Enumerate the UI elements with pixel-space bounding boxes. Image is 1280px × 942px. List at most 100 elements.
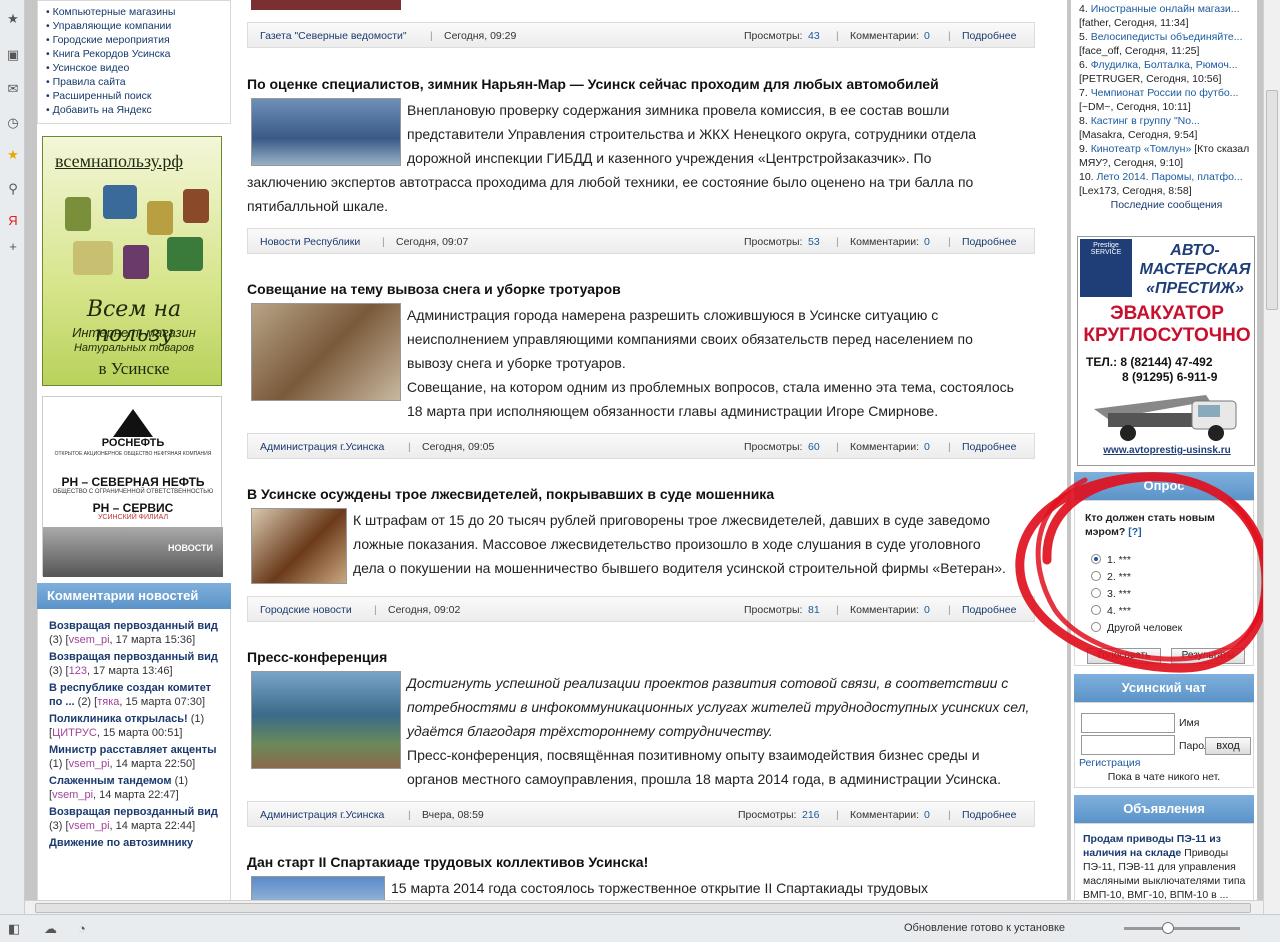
cloud-icon[interactable]: ☁ <box>44 921 57 937</box>
chat-login-button[interactable]: вход <box>1205 737 1251 755</box>
scroll-thumb[interactable] <box>1266 90 1278 310</box>
comment-title[interactable]: Министр расставляет акценты <box>49 744 217 756</box>
star-icon[interactable]: ★ <box>6 12 20 26</box>
article-image[interactable] <box>251 303 401 401</box>
vertical-scrollbar[interactable] <box>1263 0 1280 914</box>
status-message[interactable]: Обновление готово к установке <box>904 922 1065 934</box>
banner-rosneft[interactable]: РОСНЕФТЬ ОТКРЫТОЕ АКЦИОНЕРНОЕ ОБЩЕСТВО Н… <box>42 396 223 577</box>
comment-title[interactable]: Возвращая первозданный вид <box>49 806 218 818</box>
post-title[interactable]: Чемпионат России по футбо... <box>1091 87 1239 99</box>
more-link[interactable]: Подробнее <box>962 30 1016 42</box>
poll-option[interactable]: 3. *** <box>1091 588 1131 600</box>
article-title[interactable]: Совещание на тему вывоза снега и уборке … <box>247 281 621 297</box>
speed-icon[interactable]: ◔ <box>78 921 86 936</box>
last-posts-link[interactable]: Последние сообщения <box>1079 198 1254 212</box>
radio-icon[interactable] <box>1091 605 1101 615</box>
comment-user[interactable]: ЦИТРУС <box>52 727 97 739</box>
comment-title[interactable]: Слаженным тандемом <box>49 775 172 787</box>
clock-icon[interactable]: ◷ <box>6 116 20 130</box>
zoom-knob[interactable] <box>1162 922 1174 934</box>
comment-title[interactable]: Движение по автозимнику <box>49 837 193 849</box>
mail-icon[interactable]: ✉ <box>6 82 20 96</box>
radio-icon[interactable] <box>1091 571 1101 581</box>
option-label: 3. *** <box>1107 588 1131 600</box>
post-title[interactable]: Кастинг в группу "No... <box>1091 115 1200 127</box>
article-title[interactable]: По оценке специалистов, зимник Нарьян-Ма… <box>247 76 939 92</box>
banner-phone: 8 (91295) 6-911-9 <box>1122 370 1218 384</box>
article-title[interactable]: Дан старт II Спартакиаде трудовых коллек… <box>247 854 648 870</box>
results-button[interactable]: Результаты <box>1171 648 1245 664</box>
panel-icon[interactable]: ◧ <box>8 921 20 937</box>
chat-register-link[interactable]: Регистрация <box>1079 757 1140 769</box>
menu-item[interactable]: Компьютерные магазины <box>46 5 230 19</box>
banner-natural-products[interactable]: всемнапользу.рф Всем на пользу Интернет–… <box>42 136 222 386</box>
more-link[interactable]: Подробнее <box>962 604 1016 616</box>
article-image <box>251 0 401 10</box>
post-title[interactable]: Флудилка, Болталка, Рюмоч... <box>1091 59 1238 71</box>
poll-option[interactable]: 2. *** <box>1091 571 1131 583</box>
last-post: 4. Иностранные онлайн магази... [father, … <box>1079 2 1254 30</box>
views-label: Просмотры: <box>744 236 803 248</box>
article-source[interactable]: Администрация г.Усинска <box>260 809 384 821</box>
menu-item[interactable]: Управляющие компании <box>46 19 230 33</box>
radio-icon[interactable] <box>1091 622 1101 632</box>
yandex-icon[interactable]: Я <box>6 214 20 228</box>
post-title[interactable]: Лето 2014. Паромы, платфо... <box>1097 171 1243 183</box>
poll-help-link[interactable]: [?] <box>1128 526 1141 538</box>
poll-option[interactable]: Другой человек <box>1091 622 1182 634</box>
article-text: 15 марта 2014 года состоялось торжествен… <box>391 876 928 900</box>
add-icon[interactable]: + <box>6 240 20 254</box>
article-source[interactable]: Газета "Северные ведомости" <box>260 30 407 42</box>
chat-name-input[interactable] <box>1081 713 1175 733</box>
article-time: Вчера, 08:59 <box>422 809 484 821</box>
banner-prestige[interactable]: Prestige SERVICE АВТО-МАСТЕРСКАЯ «ПРЕСТИ… <box>1077 236 1255 466</box>
comment-user[interactable]: vsem_pi <box>52 789 93 801</box>
window-icon[interactable]: ▣ <box>6 48 20 62</box>
menu-item[interactable]: Добавить на Яндекс <box>46 103 230 117</box>
comment-user[interactable]: vsem_pi <box>69 820 110 832</box>
horizontal-scrollbar[interactable] <box>25 900 1263 914</box>
comment-item: Движение по автозимнику <box>49 836 224 850</box>
comment-user[interactable]: 123 <box>69 665 87 677</box>
post-title[interactable]: Кинотеатр «Томлун» <box>1091 143 1192 155</box>
poll-option[interactable]: 4. *** <box>1091 605 1131 617</box>
comment-title[interactable]: Поликлиника открылась! <box>49 713 188 725</box>
article-image[interactable] <box>251 876 385 900</box>
comments-label: Комментарии: <box>850 441 920 453</box>
vote-button[interactable]: Голосовать <box>1087 648 1161 664</box>
article-title[interactable]: Пресс-конференция <box>247 649 387 665</box>
menu-item[interactable]: Городские мероприятия <box>46 33 230 47</box>
comment-user[interactable]: тяка <box>97 696 119 708</box>
radio-icon[interactable] <box>1091 588 1101 598</box>
menu-item[interactable]: Расширенный поиск <box>46 89 230 103</box>
comment-title[interactable]: Возвращая первозданный вид <box>49 651 218 663</box>
comment-title[interactable]: Возвращая первозданный вид <box>49 620 218 632</box>
comment-user[interactable]: vsem_pi <box>69 634 110 646</box>
article-source[interactable]: Администрация г.Усинска <box>260 441 384 453</box>
article-title[interactable]: В Усинске осуждены трое лжесвидетелей, п… <box>247 486 774 502</box>
article-image[interactable] <box>251 508 347 584</box>
menu-item[interactable]: Правила сайта <box>46 75 230 89</box>
article-image[interactable] <box>251 98 401 166</box>
chat-password-input[interactable] <box>1081 735 1175 755</box>
article-source[interactable]: Городские новости <box>260 604 352 616</box>
article-line: Администрация города намерена разрешить … <box>407 307 939 323</box>
more-link[interactable]: Подробнее <box>962 809 1016 821</box>
scroll-thumb[interactable] <box>35 903 1251 913</box>
more-link[interactable]: Подробнее <box>962 441 1016 453</box>
poll-option[interactable]: 1. *** <box>1091 554 1131 566</box>
post-title[interactable]: Иностранные онлайн магази... <box>1091 3 1240 15</box>
menu-item[interactable]: Книга Рекордов Усинска <box>46 47 230 61</box>
more-link[interactable]: Подробнее <box>962 236 1016 248</box>
favorite-icon[interactable]: ★ <box>6 148 20 162</box>
search-icon[interactable]: ⚲ <box>6 182 20 196</box>
article-image[interactable] <box>251 671 401 769</box>
comment-user[interactable]: vsem_pi <box>69 758 110 770</box>
article-source[interactable]: Новости Республики <box>260 236 360 248</box>
radio-icon[interactable] <box>1091 554 1101 564</box>
post-title[interactable]: Велосипедисты объединяйте... <box>1091 31 1243 43</box>
menu-item[interactable]: Усинское видео <box>46 61 230 75</box>
product-image <box>123 245 149 279</box>
banner-url[interactable]: www.avtoprestig-usinsk.ru <box>1078 445 1256 456</box>
zoom-slider[interactable] <box>1124 922 1240 934</box>
